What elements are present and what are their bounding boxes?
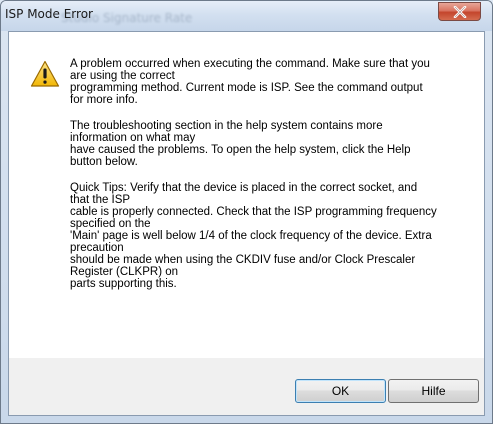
message-line: for more info. xyxy=(70,94,138,106)
error-message: A problem occurred when executing the co… xyxy=(70,58,470,304)
message-paragraph: A problem occurred when executing the co… xyxy=(70,58,470,106)
message-line: precaution xyxy=(70,242,124,254)
message-line: Register (CLKPR) on xyxy=(70,266,179,278)
message-line: that the ISP xyxy=(70,194,131,206)
message-line: specified on the xyxy=(70,218,151,230)
message-paragraph: Quick Tips: Verify that the device is pl… xyxy=(70,182,470,290)
message-line: cable is properly connected. Check that … xyxy=(70,206,437,218)
message-line: have caused the problems. To open the he… xyxy=(70,144,411,156)
message-line: A problem occurred when executing the co… xyxy=(70,58,430,70)
message-paragraph: The troubleshooting section in the help … xyxy=(70,120,470,168)
message-line: are using the correct xyxy=(70,70,175,82)
message-line: Quick Tips: Verify that the device is pl… xyxy=(70,182,418,194)
message-line: parts supporting this. xyxy=(70,278,177,290)
message-line: information on what may xyxy=(70,132,196,144)
help-button[interactable]: Hilfe xyxy=(388,379,479,403)
ok-button[interactable]: OK xyxy=(295,379,386,403)
title-bar[interactable]: Studio Signature Rate ISP Mode Error xyxy=(1,1,492,31)
window-title: ISP Mode Error xyxy=(5,7,93,21)
error-dialog-window: Studio Signature Rate ISP Mode Error A p… xyxy=(0,0,493,424)
message-line: should be made when using the CKDIV fuse… xyxy=(70,254,416,266)
dialog-client-area: A problem occurred when executing the co… xyxy=(8,31,485,416)
message-line: 'Main' page is well below 1/4 of the clo… xyxy=(70,230,432,242)
message-line: button below. xyxy=(70,156,138,168)
close-icon xyxy=(453,6,467,18)
message-line: programming method. Current mode is ISP.… xyxy=(70,82,423,94)
message-area: A problem occurred when executing the co… xyxy=(9,32,484,358)
message-line: The troubleshooting section in the help … xyxy=(70,120,383,132)
warning-icon xyxy=(30,60,60,87)
close-button[interactable] xyxy=(438,2,481,21)
